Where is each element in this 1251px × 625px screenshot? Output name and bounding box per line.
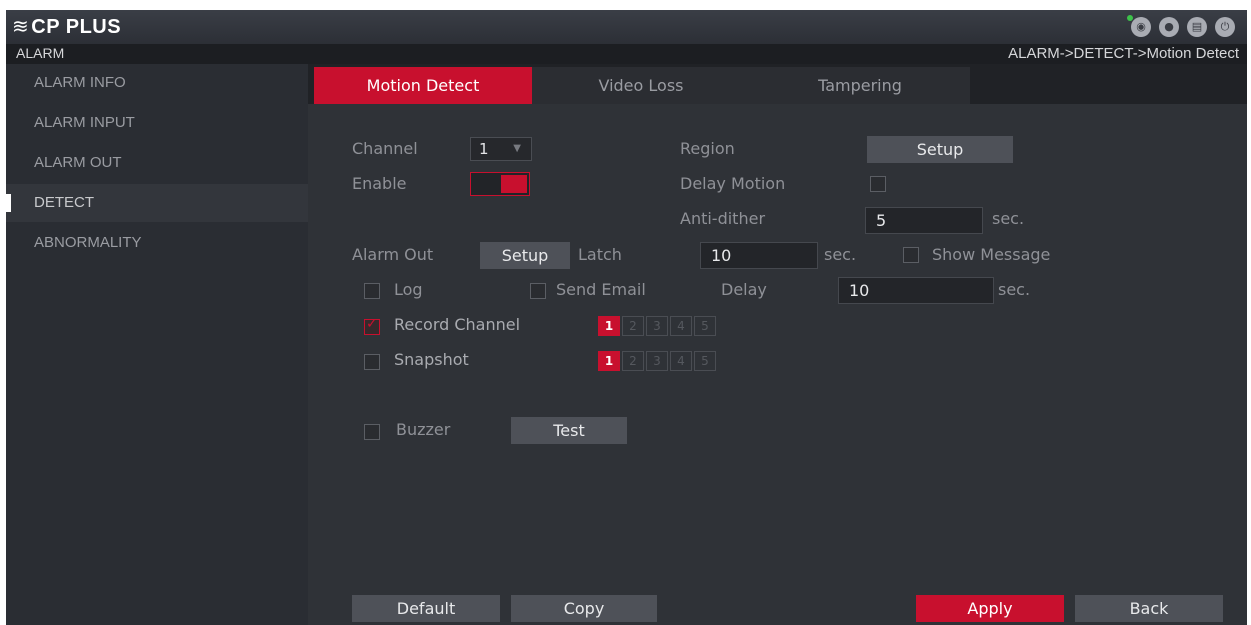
copy-button[interactable]: Copy	[511, 595, 657, 622]
snapshot-channel-1[interactable]: 1	[598, 351, 620, 371]
breadcrumb: ALARM->DETECT->Motion Detect	[1008, 45, 1239, 62]
latch-label: Latch	[578, 245, 622, 264]
buzzer-checkbox[interactable]	[364, 424, 380, 440]
snapshot-channel-4[interactable]: 4	[670, 351, 692, 371]
tab-bar: Motion Detect Video Loss Tampering	[308, 64, 1247, 104]
main-content: Motion Detect Video Loss Tampering Chann…	[308, 64, 1247, 625]
show-message-label: Show Message	[932, 245, 1051, 264]
buzzer-test-button[interactable]: Test	[511, 417, 627, 444]
delay-input[interactable]: 10	[838, 277, 994, 304]
sidebar-item-abnormality[interactable]: ABNORMALITY	[6, 224, 308, 262]
chevron-down-icon: ▼	[513, 143, 521, 154]
section-title: ALARM	[16, 45, 65, 61]
show-message-checkbox[interactable]	[903, 247, 919, 263]
sidebar-item-alarm-out[interactable]: ALARM OUT	[6, 144, 308, 182]
delay-motion-label: Delay Motion	[680, 174, 786, 193]
snapshot-channel-3[interactable]: 3	[646, 351, 668, 371]
eye-icon[interactable]: ◉	[1127, 15, 1151, 37]
enable-toggle[interactable]	[470, 172, 530, 196]
anti-dither-unit: sec.	[992, 209, 1025, 228]
back-button[interactable]: Back	[1075, 595, 1223, 622]
log-checkbox[interactable]	[364, 283, 380, 299]
logo-mark: ≋	[12, 16, 30, 38]
apply-button[interactable]: Apply	[916, 595, 1064, 622]
snapshot-channel-5[interactable]: 5	[694, 351, 716, 371]
send-email-checkbox[interactable]	[530, 283, 546, 299]
tab-tampering[interactable]: Tampering	[750, 67, 970, 104]
top-icon-group: ◉ ● ▤ ⏻	[1127, 15, 1235, 37]
latch-unit: sec.	[824, 245, 857, 264]
sidebar-item-alarm-input[interactable]: ALARM INPUT	[6, 104, 308, 142]
user-icon[interactable]: ●	[1159, 17, 1179, 37]
snapshot-channel-2[interactable]: 2	[622, 351, 644, 371]
network-icon[interactable]: ▤	[1187, 17, 1207, 37]
region-label: Region	[680, 139, 735, 158]
channel-label: Channel	[352, 139, 418, 158]
record-channel-4[interactable]: 4	[670, 316, 692, 336]
title-bar: ALARM ALARM->DETECT->Motion Detect	[6, 44, 1247, 64]
delay-unit: sec.	[998, 280, 1031, 299]
record-channel-3[interactable]: 3	[646, 316, 668, 336]
record-channel-5[interactable]: 5	[694, 316, 716, 336]
sidebar-item-alarm-info[interactable]: ALARM INFO	[6, 64, 308, 102]
region-setup-button[interactable]: Setup	[867, 136, 1013, 163]
logo-text: CP PLUS	[31, 16, 122, 38]
tab-motion-detect[interactable]: Motion Detect	[314, 67, 532, 104]
send-email-label: Send Email	[556, 280, 646, 299]
delay-motion-checkbox[interactable]	[870, 176, 886, 192]
sidebar-item-detect[interactable]: DETECT	[6, 184, 308, 222]
snapshot-label: Snapshot	[394, 350, 469, 369]
channel-value: 1	[479, 140, 489, 158]
tab-video-loss[interactable]: Video Loss	[532, 67, 750, 104]
top-bar: ≋ CP PLUS ◉ ● ▤ ⏻	[6, 10, 1247, 44]
log-label: Log	[394, 280, 423, 299]
alarm-out-label: Alarm Out	[352, 245, 434, 264]
channel-dropdown[interactable]: 1 ▼	[470, 137, 532, 161]
alarm-out-setup-button[interactable]: Setup	[480, 242, 570, 269]
record-channel-1[interactable]: 1	[598, 316, 620, 336]
record-channel-label: Record Channel	[394, 315, 521, 334]
latch-input[interactable]: 10	[700, 242, 818, 269]
delay-label: Delay	[721, 280, 767, 299]
power-icon[interactable]: ⏻	[1215, 17, 1235, 37]
anti-dither-label: Anti-dither	[680, 209, 766, 228]
snapshot-checkbox[interactable]	[364, 354, 380, 370]
enable-label: Enable	[352, 174, 407, 193]
record-channel-2[interactable]: 2	[622, 316, 644, 336]
sidebar: ALARM INFO ALARM INPUT ALARM OUT DETECT …	[6, 64, 308, 625]
record-channel-checkbox[interactable]	[364, 316, 380, 335]
anti-dither-input[interactable]: 5	[865, 207, 983, 234]
toggle-knob	[501, 175, 527, 193]
default-button[interactable]: Default	[352, 595, 500, 622]
buzzer-label: Buzzer	[396, 420, 451, 439]
dvr-window: ≋ CP PLUS ◉ ● ▤ ⏻ ALARM ALARM->DETECT->Mo…	[6, 10, 1247, 625]
brand-logo: ≋ CP PLUS	[12, 14, 121, 39]
